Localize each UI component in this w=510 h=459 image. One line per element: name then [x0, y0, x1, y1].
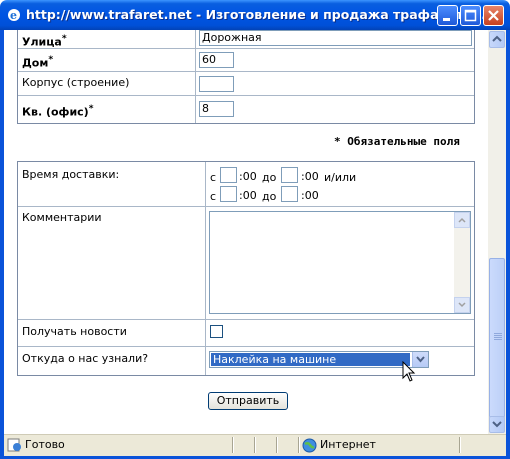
globe-icon: [302, 438, 317, 456]
news-row: Получать новости: [18, 319, 474, 347]
news-label: Получать новости: [22, 325, 127, 338]
delivery2-to-hour-input[interactable]: [281, 186, 298, 202]
scroll-down-button[interactable]: [454, 297, 470, 313]
status-divider: [254, 437, 256, 453]
and-or-label: и/или: [324, 171, 357, 184]
source-label: Откуда о нас узнали?: [22, 352, 149, 365]
submit-button[interactable]: Отправить: [208, 392, 288, 410]
scroll-up-button[interactable]: [454, 212, 470, 228]
minutes-label: :00: [301, 189, 319, 202]
order-details-table: Время доставки: с :00 до :00 и/или с :00…: [17, 161, 475, 376]
internet-explorer-icon: e: [6, 7, 22, 23]
comments-label: Комментарии: [22, 211, 102, 224]
news-checkbox[interactable]: [210, 325, 223, 338]
page-done-icon: [7, 438, 23, 455]
comments-row: Комментарии: [18, 206, 474, 320]
from-label: с: [210, 190, 217, 203]
page-content: Улица* Дорожная Дом* 60 Корпус (строение…: [4, 30, 488, 434]
street-row: Улица* Дорожная: [18, 30, 474, 49]
delivery-time-label: Время доставки:: [22, 168, 120, 181]
status-bar: Готово Интернет: [4, 434, 506, 456]
source-selected-value: Наклейка на машине: [211, 353, 410, 366]
mouse-cursor-icon: [402, 361, 416, 382]
window-frame-right: [506, 30, 510, 459]
status-divider: [232, 437, 234, 453]
comments-scrollbar[interactable]: [454, 212, 470, 313]
comments-textarea[interactable]: [209, 211, 471, 314]
apartment-row: Кв. (офис)* 8: [18, 95, 474, 123]
close-button[interactable]: [483, 5, 504, 26]
house-row: Дом* 60: [18, 48, 474, 72]
title-bar[interactable]: e http://www.trafaret.net - Изготовление…: [0, 0, 510, 30]
minutes-label: :00: [239, 170, 257, 183]
to-label: до: [262, 171, 277, 184]
page-scrollbar[interactable]: [488, 30, 506, 434]
street-label: Улица*: [22, 33, 67, 49]
delivery-time-row: Время доставки: с :00 до :00 и/или с :00…: [18, 162, 474, 206]
status-divider: [276, 437, 278, 453]
scrollbar-thumb[interactable]: [489, 258, 505, 418]
scroll-up-button[interactable]: [489, 31, 505, 48]
maximize-button[interactable]: [460, 5, 481, 26]
required-fields-note: * Обязательные поля: [334, 135, 460, 148]
minutes-label: :00: [239, 189, 257, 202]
building-input[interactable]: [199, 76, 234, 92]
source-select[interactable]: Наклейка на машине: [209, 351, 429, 368]
house-input[interactable]: 60: [199, 52, 234, 68]
delivery1-to-hour-input[interactable]: [281, 167, 298, 183]
apartment-input[interactable]: 8: [199, 101, 234, 117]
minutes-label: :00: [301, 170, 319, 183]
status-divider: [298, 437, 300, 453]
address-table: Улица* Дорожная Дом* 60 Корпус (строение…: [17, 30, 475, 124]
minimize-button[interactable]: [437, 5, 458, 26]
house-label: Дом*: [22, 54, 54, 70]
status-text: Готово: [25, 438, 65, 451]
apartment-label: Кв. (офис)*: [22, 103, 94, 119]
from-label: с: [210, 171, 217, 184]
delivery1-from-hour-input[interactable]: [220, 167, 237, 183]
security-zone-text: Интернет: [320, 438, 376, 451]
scroll-down-button[interactable]: [489, 416, 505, 433]
street-input[interactable]: Дорожная: [199, 30, 472, 46]
building-row: Корпус (строение): [18, 71, 474, 95]
window-title: http://www.trafaret.net - Изготовление и…: [26, 7, 487, 22]
building-label: Корпус (строение): [22, 76, 130, 89]
status-divider: [459, 437, 461, 453]
delivery2-from-hour-input[interactable]: [220, 186, 237, 202]
to-label: до: [262, 190, 277, 203]
svg-text:e: e: [10, 9, 17, 22]
